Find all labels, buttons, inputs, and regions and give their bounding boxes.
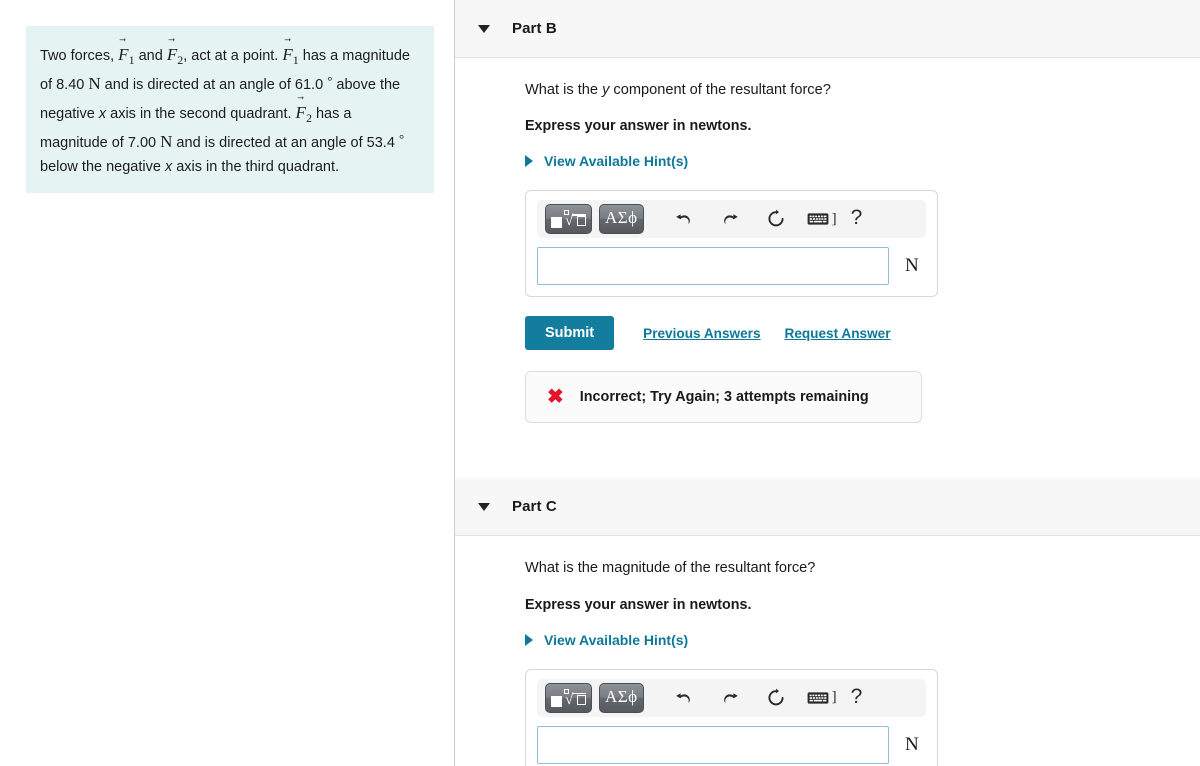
help-icon[interactable]: ? — [851, 686, 863, 710]
problem-text-10: axis in the third quadrant. — [172, 158, 340, 175]
radical-symbol: √ — [565, 213, 574, 230]
nth-root-icon: √ — [564, 210, 586, 229]
chevron-right-icon[interactable] — [525, 155, 533, 168]
chevron-right-icon[interactable] — [525, 633, 533, 646]
degree-symbol-2: ° — [398, 131, 405, 147]
problem-text-1: Two forces, — [40, 48, 119, 64]
undo-icon[interactable] — [669, 683, 699, 713]
template-radical-icon: √ — [551, 209, 586, 229]
radicand-box — [577, 216, 586, 227]
part-b-answer-card: √ ΑΣϕ] ? N — [525, 190, 938, 298]
problem-text-8: and is directed at an angle of 53.4 — [172, 135, 399, 152]
part-b-submit-button[interactable]: Submit — [525, 316, 615, 351]
keyboard-bracket: ] — [831, 210, 837, 227]
reset-icon[interactable] — [761, 204, 791, 234]
question-text-pre: What is the — [525, 82, 603, 98]
filled-square-icon — [551, 695, 562, 707]
answer-pane: Part B What is the y component of the re… — [455, 0, 1200, 766]
vector-f2-second: F — [296, 98, 306, 127]
template-radical-button[interactable]: √ — [545, 204, 592, 235]
redo-icon[interactable] — [715, 683, 745, 713]
problem-text-9: below the negative — [40, 158, 165, 175]
radicand-box — [577, 694, 586, 705]
part-b-title: Part B — [512, 20, 557, 37]
error-x-icon: ✖ — [547, 386, 564, 409]
part-c-input-row: N — [537, 725, 926, 764]
part-b-question: What is the y component of the resultant… — [525, 58, 1200, 100]
part-b-header[interactable]: Part B — [455, 0, 1200, 58]
part-b-feedback-text: Incorrect; Try Again; 3 attempts remaini… — [579, 389, 869, 406]
part-b-action-row: Submit Previous Answers Request Answer — [525, 316, 1200, 351]
radical-symbol: √ — [565, 691, 574, 708]
part-b-input-row: N — [537, 247, 926, 286]
part-c-unit-label: N — [905, 733, 919, 755]
keyboard-toggle[interactable]: ] — [807, 211, 837, 228]
part-c-question: What is the magnitude of the resultant f… — [525, 560, 816, 577]
part-b-unit-label: N — [905, 255, 919, 277]
chevron-down-icon[interactable] — [478, 24, 490, 33]
part-b-previous-answers-link[interactable]: Previous Answers — [643, 326, 760, 341]
part-c-express-instruction: Express your answer in newtons. — [525, 596, 752, 613]
problem-text-6: axis in the second quadrant. — [106, 105, 296, 122]
part-b-body: What is the y component of the resultant… — [455, 58, 1200, 478]
part-b-feedback-banner: ✖ Incorrect; Try Again; 3 attempts remai… — [525, 371, 922, 424]
reset-icon[interactable] — [761, 683, 791, 713]
help-icon[interactable]: ? — [851, 207, 863, 231]
problem-text-2: , act at a point. — [183, 48, 283, 64]
page-root: Two forces, F1 and F2, act at a point. F… — [0, 0, 1200, 766]
part-b-hint-link[interactable]: View Available Hint(s) — [544, 153, 688, 169]
part-b-hint-row[interactable]: View Available Hint(s) — [525, 134, 1200, 169]
part-b-request-answer-link[interactable]: Request Answer — [785, 326, 891, 341]
filled-square-icon — [551, 217, 562, 229]
part-c-math-toolbar: √ ΑΣϕ] ? — [537, 678, 926, 717]
greek-symbols-button[interactable]: ΑΣϕ — [599, 682, 644, 713]
unit-newton-2: N — [160, 132, 173, 152]
part-c-title: Part C — [512, 498, 557, 516]
keyboard-toggle[interactable]: ] — [807, 689, 837, 706]
part-b-math-toolbar: √ ΑΣϕ] ? — [537, 200, 926, 239]
part-c-hint-link[interactable]: View Available Hint(s) — [544, 632, 688, 648]
part-b-answer-input[interactable] — [537, 247, 889, 286]
part-c-body: What is the magnitude of the resultant f… — [455, 536, 1200, 766]
nth-root-icon: √ — [564, 688, 586, 708]
question-text-post: component of the resultant force? — [609, 82, 831, 98]
part-c-answer-input[interactable] — [537, 725, 889, 764]
undo-icon[interactable] — [669, 204, 699, 234]
problem-pane: Two forces, F1 and F2, act at a point. F… — [0, 0, 455, 766]
problem-text-4: and is directed at an angle of 61.0 — [100, 77, 324, 94]
template-radical-icon: √ — [551, 688, 586, 708]
part-b-express-instruction: Express your answer in newtons. — [525, 118, 752, 135]
vector-f1-second: F — [282, 40, 292, 69]
part-c-hint-row[interactable]: View Available Hint(s) — [525, 613, 1200, 648]
problem-statement: Two forces, F1 and F2, act at a point. F… — [26, 26, 434, 194]
template-radical-button[interactable]: √ — [545, 682, 592, 713]
unit-newton-1: N — [88, 74, 101, 94]
vector-f2-first: F — [167, 40, 177, 69]
part-c-header[interactable]: Part C — [455, 478, 1200, 537]
part-c-answer-card: √ ΑΣϕ] ? N — [525, 668, 938, 766]
chevron-down-icon[interactable] — [478, 502, 490, 511]
keyboard-icon — [807, 213, 829, 226]
redo-icon[interactable] — [715, 204, 745, 234]
keyboard-bracket: ] — [831, 689, 837, 706]
keyboard-icon — [807, 692, 829, 704]
vector-f1-first: F — [118, 40, 128, 69]
greek-symbols-button[interactable]: ΑΣϕ — [599, 204, 644, 235]
problem-text-and: and — [134, 48, 167, 64]
